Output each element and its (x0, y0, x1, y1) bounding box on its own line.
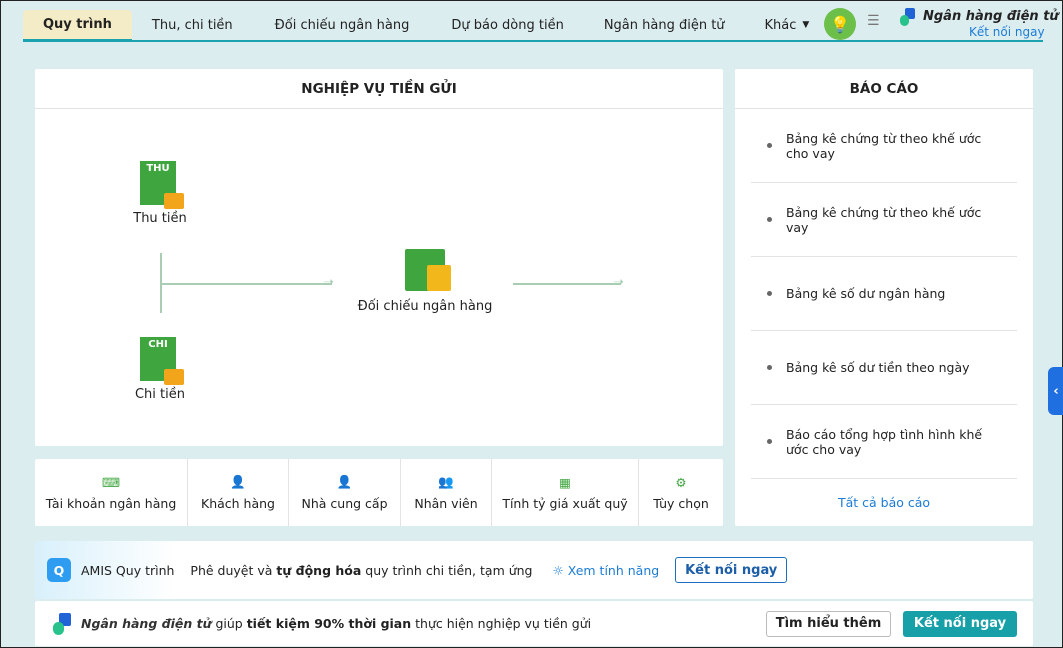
shortcut-bank-account[interactable]: ⌨ Tài khoản ngân hàng (35, 459, 188, 526)
thu-tien-label: Thu tiền (133, 211, 187, 226)
settings-icon[interactable]: ☰ (867, 13, 880, 29)
lightbulb-icon: ☼ (552, 562, 564, 578)
flow-arrow (162, 283, 332, 285)
doi-chieu-node[interactable]: Đối chiếu ngân hàng (355, 249, 495, 314)
flow-arrow-out (513, 283, 621, 285)
keyboard-icon: ⌨ (101, 474, 121, 490)
bank-connect-button[interactable]: Kết nối ngay (903, 610, 1017, 637)
bullet-icon (767, 143, 772, 148)
shortcut-employee[interactable]: 👥 Nhân viên (401, 459, 492, 526)
bullet-icon (767, 291, 772, 296)
bank-bold: tiết kiệm 90% thời gian (246, 616, 412, 631)
lightbulb-icon[interactable]: 💡 (824, 8, 856, 40)
bank-text1: giúp (211, 616, 247, 631)
all-reports-link[interactable]: Tất cả báo cáo (735, 495, 1033, 510)
edge-collapse-button[interactable]: ‹ (1048, 367, 1063, 415)
reconcile-icon (405, 249, 451, 291)
process-panel: NGHIỆP VỤ TIỀN GỬI THU Thu tiền CHI Chi … (35, 69, 723, 446)
chi-tien-node[interactable]: CHI Chi tiền (130, 337, 190, 402)
shortcut-label: Tính tỷ giá xuất quỹ (502, 495, 628, 511)
shortcut-label: Nhà cung cấp (301, 496, 388, 511)
amis-text1: Phê duyệt và (190, 562, 277, 578)
arrow-head: ➝ (323, 275, 334, 290)
tab-doi-chieu[interactable]: Đối chiếu ngân hàng (253, 10, 432, 40)
report-label: Báo cáo tổng hợp tình hình khế ước cho v… (786, 426, 983, 457)
report-label: Bảng kê chứng từ theo khế ước vay (786, 204, 982, 235)
shortcut-label: Khách hàng (201, 496, 275, 511)
shortcut-label: Nhân viên (414, 496, 478, 511)
receipt-icon: THU (140, 161, 184, 209)
tab-thu-chi[interactable]: Thu, chi tiền (132, 10, 253, 40)
shortcut-customer[interactable]: 👤 Khách hàng (188, 459, 289, 526)
report-item[interactable]: Bảng kê chứng từ theo khế ước cho vay (751, 109, 1017, 183)
payment-icon: CHI (140, 337, 184, 385)
bank-text2: thực hiện nghiệp vụ tiền gửi (411, 616, 592, 631)
caret-down-icon: ▼ (802, 20, 810, 30)
arrow-head-out: ➝ (613, 275, 624, 290)
learn-more-button[interactable]: Tìm hiểu thêm (766, 610, 891, 637)
main-tabs: Quy trình Thu, chi tiền Đối chiếu ngân h… (23, 10, 1043, 42)
bank-logo-icon (900, 8, 916, 26)
report-item[interactable]: Bảng kê chứng từ theo khế ước vay (751, 183, 1017, 257)
tab-ngan-hang[interactable]: Ngân hàng điện tử (584, 10, 745, 40)
tab-quy-trinh[interactable]: Quy trình (23, 10, 132, 42)
bank-header-title: Ngân hàng điện tử (923, 9, 1059, 24)
shortcuts-bar: ⌨ Tài khoản ngân hàng 👤 Khách hàng 👤 Nhà cu… (35, 459, 723, 526)
bullet-icon (767, 217, 772, 222)
user-icon: 👤 (230, 474, 246, 489)
tab-khac-label: Khác (764, 17, 797, 33)
shortcut-supplier[interactable]: 👤 Nhà cung cấp (289, 459, 401, 526)
bank-logo-icon (53, 612, 73, 635)
thu-tag: THU (146, 163, 170, 174)
gear-icon: ⚙ (675, 474, 687, 490)
feature-link[interactable]: ☼ Xem tính năng (553, 563, 660, 578)
amis-connect-button[interactable]: Kết nối ngay (675, 557, 788, 583)
bank-name: Ngân hàng điện tử (81, 616, 212, 631)
thu-tien-node[interactable]: THU Thu tiền (130, 161, 190, 226)
header-connect-link[interactable]: Kết nối ngay (969, 25, 1045, 39)
feature-label: Xem tính năng (567, 562, 660, 578)
amis-bold: tự động hóa (276, 562, 362, 578)
report-item[interactable]: Bảng kê số dư tiền theo ngày (751, 331, 1017, 405)
bullet-icon (767, 365, 772, 370)
chi-tien-label: Chi tiền (134, 387, 185, 402)
process-title: NGHIỆP VỤ TIỀN GỬI (35, 69, 723, 109)
shortcut-options[interactable]: ⚙ Tùy chọn (639, 459, 723, 526)
shortcut-label: Tùy chọn (653, 495, 709, 511)
doi-chieu-label: Đối chiếu ngân hàng (357, 299, 493, 314)
amis-logo-icon: Q (47, 558, 71, 582)
shortcut-exchange-rate[interactable]: ▦ Tính tỷ giá xuất quỹ (492, 459, 639, 526)
amis-banner: Q AMIS Quy trình Phê duyệt và tự động hó… (35, 541, 1033, 599)
amis-text2: quy trình chi tiền, tạm ứng (361, 562, 533, 578)
bank-banner: Ngân hàng điện tử giúp tiết kiệm 90% thờ… (35, 601, 1033, 646)
report-item[interactable]: Báo cáo tổng hợp tình hình khế ước cho v… (751, 405, 1017, 479)
chi-tag: CHI (148, 339, 168, 350)
tab-du-bao[interactable]: Dự báo dòng tiền (431, 10, 583, 40)
shortcut-label: Tài khoản ngân hàng (45, 495, 177, 511)
calculator-icon: ▦ (559, 474, 571, 490)
employee-icon: 👥 (438, 474, 454, 489)
reports-panel: BÁO CÁO Bảng kê chứng từ theo khế ước ch… (735, 69, 1033, 526)
report-item[interactable]: Bảng kê số dư ngân hàng (751, 257, 1017, 331)
report-label: Bảng kê số dư ngân hàng (786, 286, 946, 301)
reports-title: BÁO CÁO (735, 69, 1033, 109)
tab-khac[interactable]: Khác ▼ (745, 10, 830, 40)
bullet-icon (767, 439, 772, 444)
report-label: Bảng kê số dư tiền theo ngày (786, 360, 970, 375)
supplier-icon: 👤 (336, 474, 353, 489)
amis-name: AMIS Quy trình (81, 562, 175, 578)
report-label: Bảng kê chứng từ theo khế ước cho vay (786, 130, 982, 161)
